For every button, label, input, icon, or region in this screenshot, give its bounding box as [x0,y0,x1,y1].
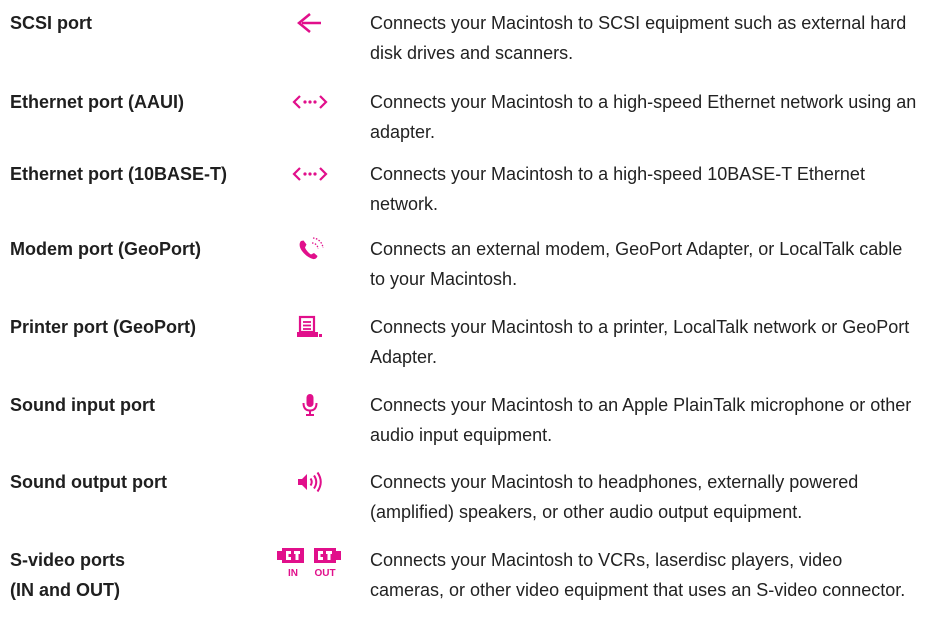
port-description: Connects your Macintosh to a high-speed … [370,164,865,214]
s-video-in-label: IN [288,568,298,579]
scsi-icon [280,8,340,38]
s-video-icon: IN OUT [274,545,346,579]
port-description: Connects an external modem, GeoPort Adap… [370,239,903,289]
port-description: Connects your Macintosh to a printer, Lo… [370,317,910,367]
port-description: Connects your Macintosh to VCRs, laserdi… [370,550,906,600]
ethernet-icon [280,159,340,189]
port-description: Connects your Macintosh to headphones, e… [370,472,859,522]
speaker-icon [280,467,340,497]
port-name: Ethernet port (10BASE-T) [10,164,228,184]
microphone-icon [280,390,340,420]
modem-phone-icon [280,234,340,264]
ethernet-icon [280,87,340,117]
port-name: Sound input port [10,395,155,415]
port-name: S-video ports (IN and OUT) [10,550,126,600]
port-name: Sound output port [10,472,167,492]
port-description: Connects your Macintosh to a high-speed … [370,92,917,142]
port-name: SCSI port [10,13,93,33]
port-name: Printer port (GeoPort) [10,317,197,337]
printer-icon [280,312,340,342]
port-name: Modem port (GeoPort) [10,239,201,259]
port-description: Connects your Macintosh to an Apple Plai… [370,395,912,445]
port-description: Connects your Macintosh to SCSI equipmen… [370,13,907,63]
port-name: Ethernet port (AAUI) [10,92,184,112]
s-video-out-label: OUT [314,568,335,579]
